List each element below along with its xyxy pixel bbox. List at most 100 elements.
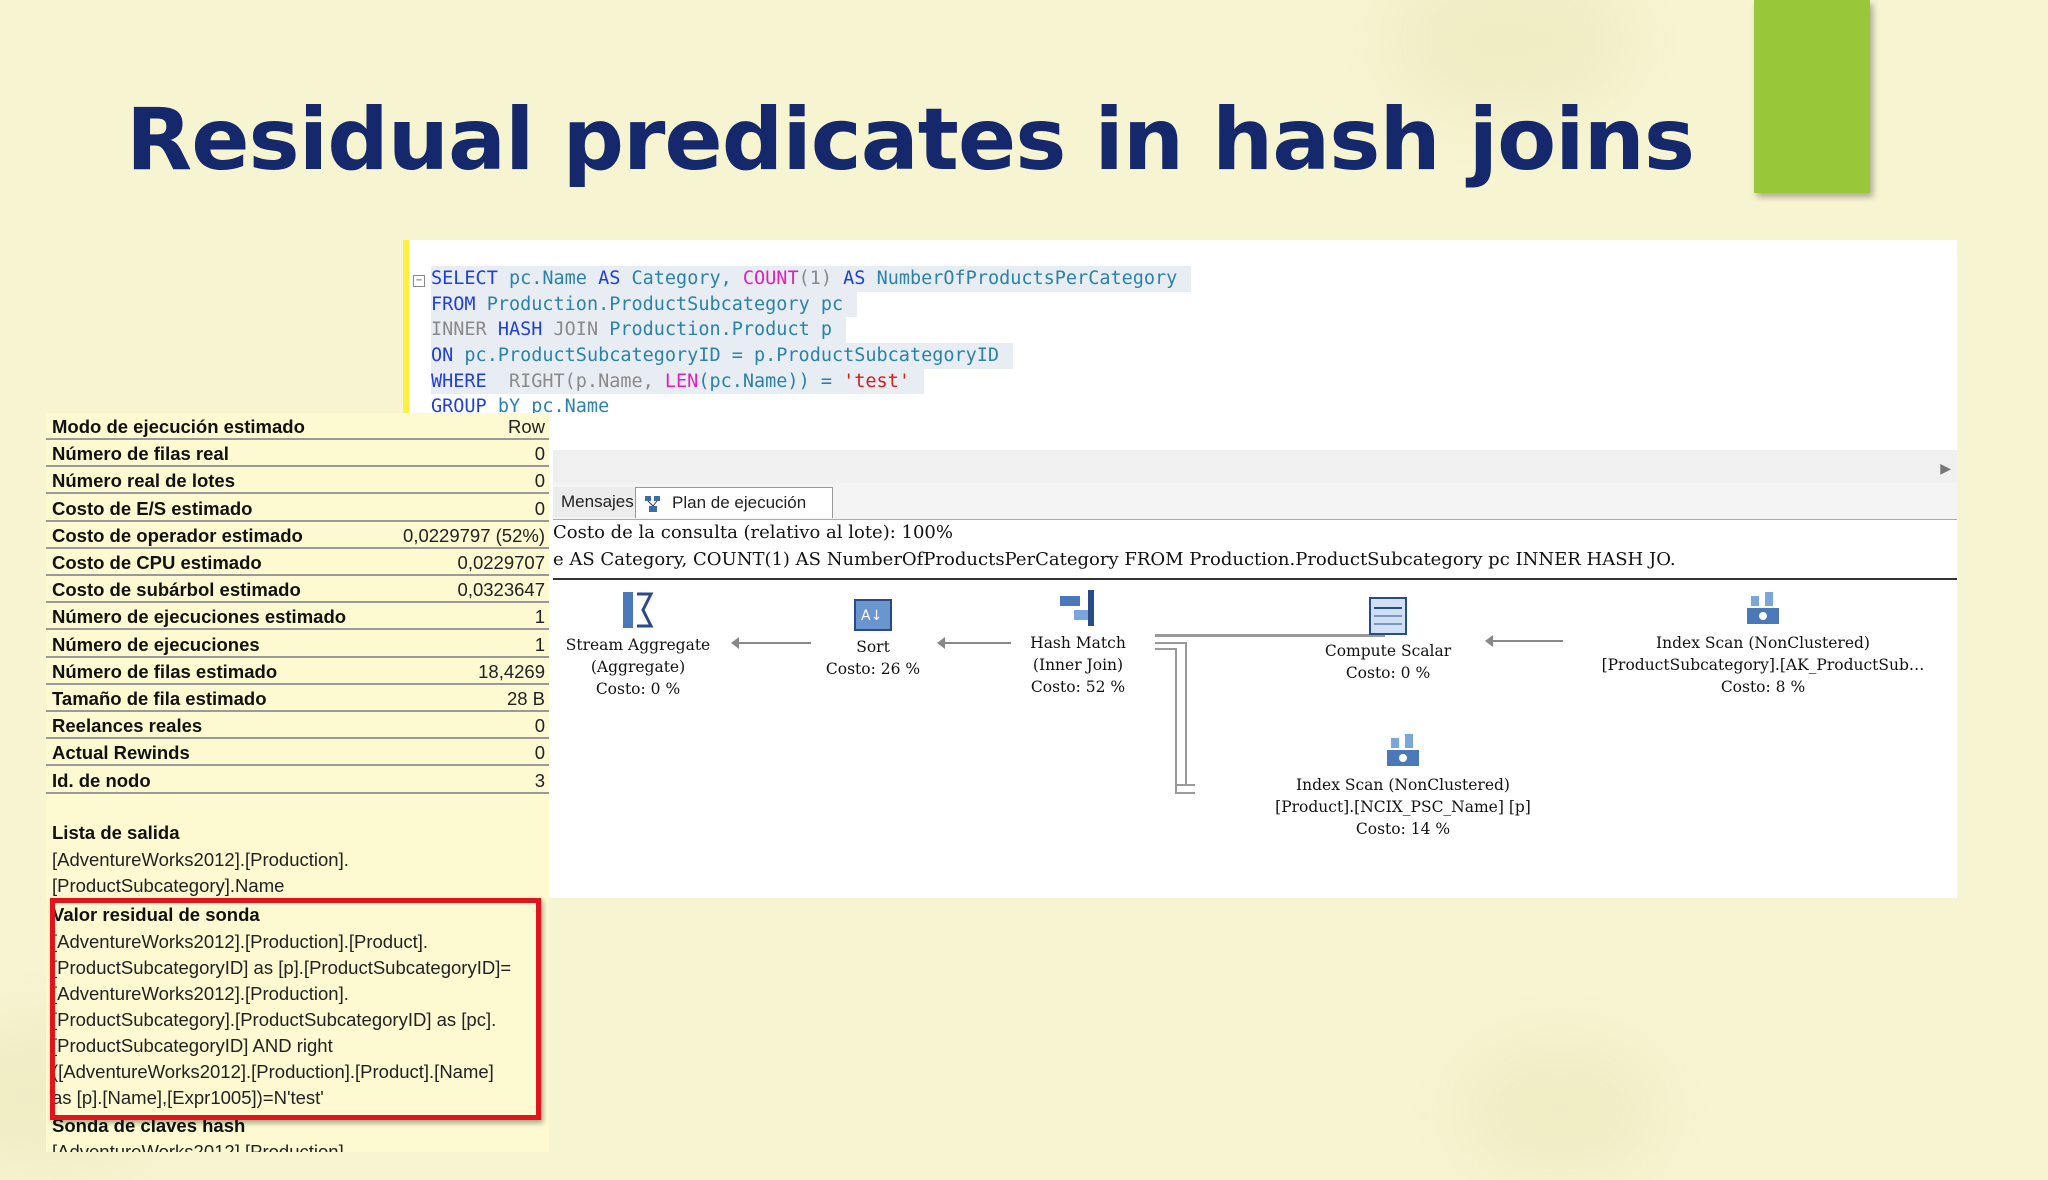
plan-node-index-scan-product[interactable]: Index Scan (NonClustered) [Product].[NCI… — [1233, 730, 1573, 840]
index-scan-icon — [1387, 734, 1419, 766]
tab-messages[interactable]: Mensajes — [553, 487, 640, 517]
property-name: Costo de E/S estimado — [52, 497, 253, 519]
query-token: LEN — [664, 370, 699, 392]
collapse-toggle-icon[interactable]: − — [413, 275, 425, 287]
tab-execution-plan[interactable]: Plan de ejecución — [635, 487, 833, 518]
plan-node-index-scan-subcategory[interactable]: Index Scan (NonClustered) [ProductSubcat… — [1568, 588, 1958, 698]
property-name: Actual Rewinds — [52, 742, 190, 764]
property-value: 1 — [534, 606, 545, 628]
plan-connector — [1175, 784, 1195, 786]
property-row: Costo de operador estimado 0,0229797 (52%… — [46, 522, 549, 549]
query-line: INNER HASH JOIN Production.Product p — [431, 317, 846, 344]
query-token: FROM — [431, 293, 487, 315]
property-name: Tamaño de fila estimado — [52, 688, 267, 709]
svg-text:A↓: A↓ — [861, 608, 882, 624]
query-editor[interactable]: SELECT pc.Name AS Category, COUNT(1) AS … — [431, 266, 1192, 420]
property-name: Número de filas estimado — [52, 660, 278, 682]
plan-node-subtitle: [ProductSubcategory].[AK_ProductSub… — [1601, 656, 1925, 674]
output-list-line: [AdventureWorks2012].[Production]. — [52, 849, 349, 870]
results-tabs: Mensajes Plan de ejecución — [553, 483, 1957, 520]
plan-node-title: Sort — [856, 638, 890, 656]
plan-node-hash-match[interactable]: Hash Match (Inner Join) Costo: 52 % — [1003, 588, 1153, 698]
hash-keys-line: [AdventureWorks2012].[Production]. — [52, 1141, 349, 1152]
property-name: Costo de subárbol estimado — [52, 579, 301, 601]
query-line: FROM Production.ProductSubcategory pc — [431, 291, 858, 318]
property-value: 0,0229707 — [457, 552, 545, 573]
plan-arrow — [1485, 635, 1563, 647]
query-token: Category, — [631, 268, 743, 289]
plan-node-stream-aggregate[interactable]: Stream Aggregate (Aggregate) Costo: 0 % — [553, 590, 723, 700]
query-token: Production.ProductSubcategory pc — [486, 293, 844, 315]
editor-change-margin — [403, 240, 409, 420]
ssms-screenshot: − SELECT pc.Name AS Category, COUNT(1) A… — [403, 240, 1957, 898]
accent-bar — [1754, 0, 1870, 193]
query-token: pc.ProductSubcategoryID = p.ProductSubca… — [464, 345, 1000, 367]
plan-divider — [553, 578, 1957, 580]
query-token: HASH — [497, 319, 554, 341]
plan-arrow — [937, 637, 1011, 649]
plan-node-title: Hash Match — [1030, 634, 1126, 652]
plan-node-cost: Costo: 0 % — [1345, 664, 1431, 682]
query-token: AS — [843, 268, 877, 289]
query-token: 'test' — [843, 370, 910, 392]
query-token: Production.Product p — [609, 319, 832, 341]
property-row: Número de ejecuciones 1 — [46, 631, 549, 658]
tab-execution-plan-label: Plan de ejecución — [672, 493, 807, 512]
property-value: 0 — [534, 715, 545, 737]
property-name: Costo de CPU estimado — [52, 552, 262, 573]
query-line: SELECT pc.Name AS Category, COUNT(1) AS … — [431, 266, 1192, 292]
plan-node-compute-scalar[interactable]: Compute Scalar Costo: 0 % — [1303, 596, 1473, 684]
plan-node-cost: Costo: 14 % — [1355, 820, 1451, 838]
property-row: Costo de subárbol estimado 0,0323647 — [46, 576, 549, 604]
query-token: JOIN — [553, 319, 610, 341]
query-token: ON — [431, 345, 465, 367]
property-row: Id. de nodo 3 — [46, 767, 549, 794]
hash-match-icon — [1060, 590, 1094, 626]
property-value: 0 — [534, 443, 545, 465]
plan-node-cost: Costo: 0 % — [595, 680, 681, 698]
property-name: Costo de operador estimado — [52, 524, 303, 546]
plan-arrow — [731, 637, 811, 649]
plan-connector — [1175, 792, 1195, 794]
execution-plan-icon — [645, 495, 660, 512]
plan-node-subtitle: (Aggregate) — [590, 658, 686, 676]
query-token: WHERE — [431, 370, 498, 392]
plan-connector — [1155, 642, 1187, 644]
property-value: 0 — [534, 470, 545, 492]
property-name: Id. de nodo — [52, 769, 151, 791]
property-value: 3 — [534, 769, 545, 791]
query-line: WHERE RIGHT(p.Name, LEN(pc.Name)) = 'tes… — [431, 368, 924, 395]
background-blob — [1460, 1040, 1660, 1180]
property-value: 18,4269 — [478, 660, 545, 682]
property-value: 0,0323647 — [457, 579, 545, 601]
property-value: 0 — [534, 497, 545, 519]
property-name: Modo de ejecución estimado — [52, 416, 305, 437]
query-cost-header: Costo de la consulta (relativo al lote):… — [553, 522, 953, 543]
sort-icon: A↓ — [854, 599, 892, 631]
slide-title: Residual predicates in hash joins — [126, 90, 1695, 190]
plan-node-title: Compute Scalar — [1324, 642, 1452, 660]
query-line: ON pc.ProductSubcategoryID = p.ProductSu… — [431, 343, 1014, 369]
query-token: SELECT — [431, 268, 509, 289]
property-row: Número de filas real 0 — [46, 440, 549, 468]
property-row: Número de ejecuciones estimado 1 — [46, 603, 549, 631]
property-row: Modo de ejecución estimado Row — [46, 413, 549, 440]
query-token: (1) — [798, 268, 844, 289]
stream-aggregate-icon — [623, 592, 654, 628]
property-name: Número de filas real — [52, 443, 229, 465]
query-token: NumberOfProductsPerCategory — [876, 268, 1178, 289]
property-row: Número real de lotes 0 — [46, 467, 549, 495]
plan-connector — [1185, 642, 1187, 786]
property-row: Reelances reales 0 — [46, 712, 549, 740]
scroll-right-icon[interactable]: ▶ — [1940, 460, 1951, 477]
plan-node-title: Index Scan (NonClustered) — [1656, 634, 1870, 652]
highlight-frame — [50, 898, 541, 1120]
plan-node-cost: Costo: 52 % — [1030, 678, 1126, 696]
property-value: 28 B — [506, 688, 545, 709]
plan-node-subtitle: [Product].[NCIX_PSC_Name] [p] — [1275, 798, 1531, 816]
plan-node-sort[interactable]: A↓ Sort Costo: 26 % — [803, 598, 943, 680]
index-scan-icon — [1747, 592, 1779, 624]
query-token: AS — [598, 268, 632, 289]
property-value: 0,0229797 (52%) — [403, 524, 545, 546]
property-name: Número real de lotes — [52, 470, 236, 492]
